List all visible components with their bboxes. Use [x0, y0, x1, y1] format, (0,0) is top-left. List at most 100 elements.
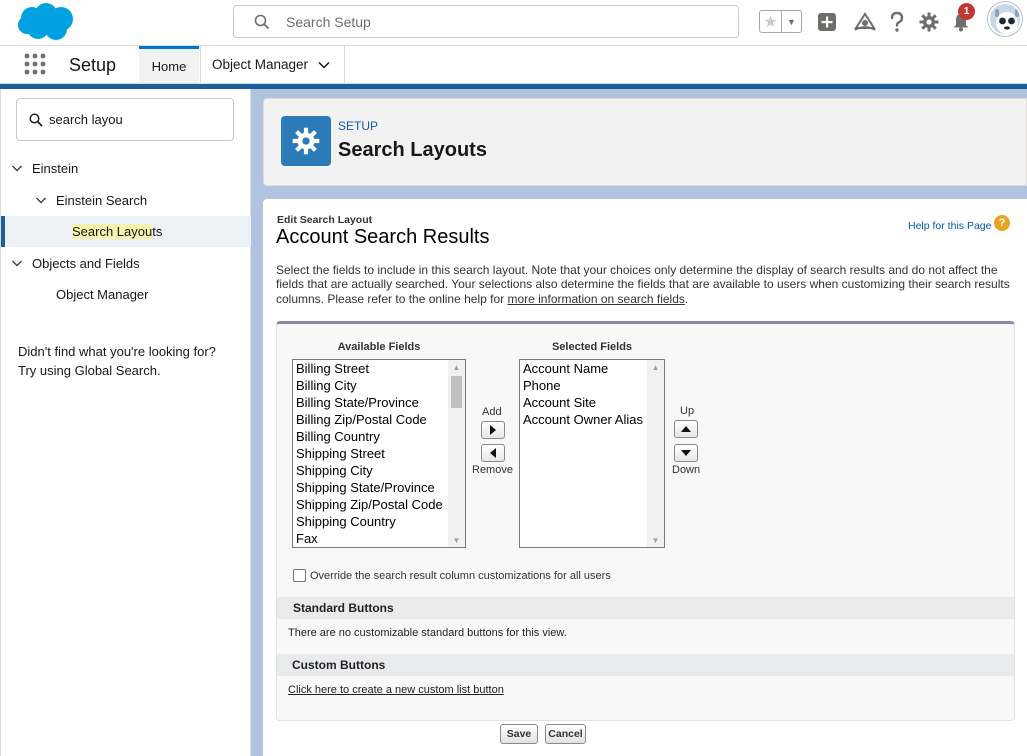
selected-fields-list[interactable]: Account Name Phone Account Site Account Own…: [519, 359, 665, 548]
available-fields-label: Available Fields: [337, 341, 421, 353]
chevron-down-icon[interactable]: [35, 194, 47, 206]
tab-home-label: Home: [151, 58, 187, 74]
quick-find-input[interactable]: [49, 99, 229, 140]
page-header: SETUP Search Layouts: [263, 98, 1027, 186]
global-header: ★ ▼ 1: [0, 0, 1027, 46]
chevron-down-icon[interactable]: [11, 162, 23, 174]
app-launcher-icon[interactable]: [24, 53, 46, 75]
scroll-up-icon[interactable]: ▲: [448, 360, 465, 374]
tree-item-label: Einstein Search: [56, 193, 148, 208]
chevron-down-icon[interactable]: [318, 59, 330, 71]
list-option[interactable]: Shipping Zip/Postal Code: [293, 496, 465, 513]
list-option[interactable]: Billing Zip/Postal Code: [293, 411, 465, 428]
list-option[interactable]: Account Site: [520, 394, 664, 411]
setup-search-input[interactable]: [286, 6, 726, 37]
app-name: Setup: [69, 55, 117, 75]
edit-kicker: Edit Search Layout: [277, 214, 373, 226]
selected-scrollbar[interactable]: ▲ ▼: [647, 360, 664, 547]
save-button[interactable]: Save: [500, 724, 538, 744]
scroll-down-icon[interactable]: ▼: [448, 533, 465, 547]
tree-item-label: Einstein: [32, 161, 79, 176]
scroll-thumb[interactable]: [451, 376, 462, 408]
add-label: Add: [482, 406, 502, 418]
search-icon: [254, 14, 270, 30]
override-option: Override the search result column custom…: [293, 569, 611, 582]
setup-search-box[interactable]: [233, 5, 739, 38]
help-icon[interactable]: [886, 11, 908, 33]
remove-button[interactable]: [481, 444, 505, 462]
tab-home[interactable]: Home: [139, 46, 199, 83]
cancel-button[interactable]: Cancel: [545, 724, 586, 744]
create-custom-button-link[interactable]: Click here to create a new custom list b…: [288, 684, 504, 696]
edit-search-layout-content: Edit Search Layout Account Search Result…: [263, 199, 1027, 756]
help-icon[interactable]: ?: [994, 215, 1010, 231]
up-label: Up: [680, 405, 695, 417]
arrow-left-icon: [490, 448, 496, 458]
list-option[interactable]: Shipping Street: [293, 445, 465, 462]
favorites-chevron-down-icon[interactable]: ▼: [782, 11, 801, 32]
favorites-star-icon[interactable]: ★: [760, 11, 782, 32]
arrow-down-icon: [681, 450, 691, 456]
available-fields-list[interactable]: Billing Street Billing City Billing State/…: [292, 359, 466, 548]
page-kicker: SETUP: [338, 119, 379, 133]
add-button[interactable]: [481, 421, 505, 439]
not-found-line: Didn't find what you're looking for?: [18, 344, 216, 359]
trailhead-icon[interactable]: [854, 11, 876, 33]
standard-buttons-header: Standard Buttons: [277, 597, 1014, 619]
tree-item-label: Objects and Fields: [32, 256, 140, 271]
intro-end: .: [684, 291, 689, 306]
setup-gear-icon: [281, 116, 331, 166]
tree-item-einstein-search[interactable]: Einstein Search: [1, 185, 251, 216]
tree-item-object-manager[interactable]: Object Manager: [1, 279, 251, 310]
list-option[interactable]: Billing City: [293, 377, 465, 394]
tree-item-label: Object Manager: [56, 287, 149, 302]
app-nav-bar: Setup Home Object Manager: [0, 46, 1027, 84]
scroll-up-icon[interactable]: ▲: [647, 360, 664, 374]
list-option[interactable]: Shipping Country: [293, 513, 465, 530]
avatar[interactable]: [988, 2, 1022, 36]
down-label: Down: [672, 464, 701, 476]
standard-buttons-text: There are no customizable standard butto…: [288, 627, 567, 639]
label-rest: ts: [152, 224, 163, 239]
list-option[interactable]: Shipping State/Province: [293, 479, 465, 496]
list-option[interactable]: Shipping City: [293, 462, 465, 479]
layout-editor-panel: Available Fields Selected Fields Billing…: [276, 321, 1015, 721]
list-option[interactable]: Account Name: [520, 360, 664, 377]
page-title: Search Layouts: [338, 139, 487, 161]
up-button[interactable]: [674, 420, 698, 438]
list-option[interactable]: Billing Street: [293, 360, 465, 377]
quick-find-box[interactable]: [16, 98, 234, 141]
arrow-up-icon: [681, 426, 691, 432]
scroll-down-icon[interactable]: ▼: [647, 533, 664, 547]
standard-buttons-title: Standard Buttons: [293, 601, 394, 615]
help-link[interactable]: Help for this Page: [908, 220, 991, 232]
override-label: Override the search result column custom…: [310, 569, 611, 582]
action-buttons: Save Cancel: [263, 722, 1027, 756]
available-scrollbar[interactable]: ▲ ▼: [448, 360, 465, 547]
gear-icon[interactable]: [918, 11, 940, 33]
list-option[interactable]: Fax: [293, 530, 465, 547]
global-search-hint: Try using Global Search.: [18, 363, 161, 378]
tab-object-manager[interactable]: Object Manager: [200, 46, 345, 83]
global-add-icon[interactable]: [816, 11, 838, 33]
custom-buttons-title: Custom Buttons: [292, 658, 386, 672]
down-button[interactable]: [674, 444, 698, 462]
list-option[interactable]: Account Owner Alias: [520, 411, 664, 428]
search-icon: [29, 113, 43, 127]
setup-sidebar: Einstein Einstein Search Search Layouts …: [0, 89, 251, 756]
tree-item-einstein[interactable]: Einstein: [1, 153, 251, 184]
not-found-message: Didn't find what you're looking for? Try…: [18, 342, 238, 380]
list-option[interactable]: Billing State/Province: [293, 394, 465, 411]
selected-fields-label: Selected Fields: [551, 341, 633, 353]
intro-text: Select the fields to include in this sea…: [276, 263, 1018, 306]
tree-item-objects-and-fields[interactable]: Objects and Fields: [1, 248, 251, 279]
chevron-down-icon[interactable]: [11, 257, 23, 269]
tab-object-manager-label: Object Manager: [212, 57, 309, 72]
selected-options: Account Name Phone Account Site Account Own…: [520, 360, 664, 428]
more-info-link[interactable]: more information on search fields: [507, 292, 684, 306]
override-checkbox[interactable]: [293, 569, 306, 582]
salesforce-logo[interactable]: [16, 2, 76, 42]
list-option[interactable]: Billing Country: [293, 428, 465, 445]
list-option[interactable]: Phone: [520, 377, 664, 394]
tree-item-search-layouts[interactable]: Search Layouts: [1, 216, 251, 247]
